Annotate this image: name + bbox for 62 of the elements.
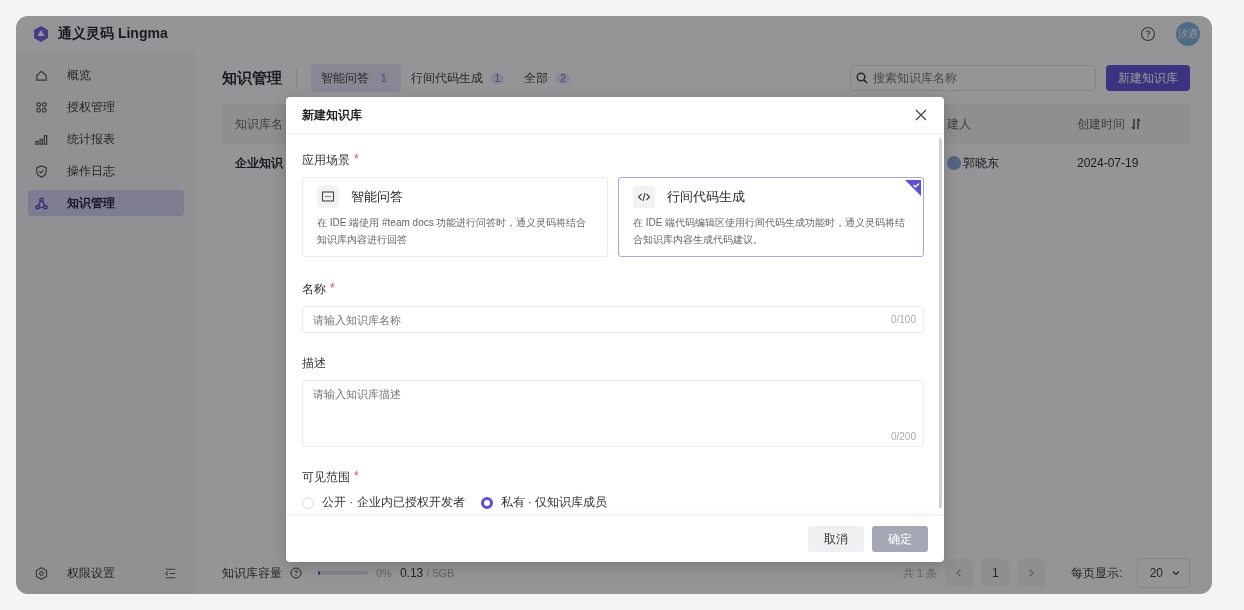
scenario-card[interactable]: 智能问答 在 IDE 端使用 #team docs 功能进行问答时，通义灵码将结合知识库内容进行回答 — [302, 177, 608, 257]
help-icon[interactable] — [290, 567, 302, 579]
character-counter: 0/100 — [890, 314, 916, 325]
close-icon[interactable] — [914, 108, 928, 122]
tab[interactable]: 全部 2 — [514, 64, 580, 92]
sidebar-item[interactable]: 操作日志 — [28, 158, 184, 184]
field-label: 可见范围 — [302, 469, 350, 486]
page-button[interactable]: 1 — [981, 559, 1010, 587]
help-icon[interactable] — [1140, 26, 1156, 42]
app-title: 通义灵码 Lingma — [58, 25, 169, 43]
scenario-card[interactable]: 行间代码生成 在 IDE 端代码编辑区使用行间代码生成功能时，通义灵码将结合知识库内容生成代码建议。 — [618, 177, 924, 257]
nodes-icon — [34, 195, 49, 211]
column-header: 建人 — [947, 115, 971, 133]
radio-button[interactable] — [480, 496, 493, 509]
home-icon — [34, 67, 49, 83]
page-size-select[interactable]: 20 — [1136, 558, 1190, 588]
shield-check-icon — [34, 163, 49, 179]
selected-check-icon — [905, 180, 921, 196]
sort-icon[interactable] — [1131, 118, 1141, 130]
radio-label[interactable]: 公开 · 企业内已授权开发者 — [322, 494, 465, 511]
count-badge: 1 — [490, 72, 505, 84]
sidebar-item[interactable]: 统计报表 — [28, 126, 184, 152]
card-title: 智能问答 — [351, 188, 403, 206]
logo-icon — [32, 25, 50, 43]
sidebar-item[interactable]: 概览 — [28, 62, 184, 88]
card-description: 在 IDE 端代码编辑区使用行间代码生成功能时，通义灵码将结合知识库内容生成代码建议。 — [633, 216, 907, 247]
table-cell: 郭晓东 — [963, 154, 999, 172]
settings-icon[interactable] — [34, 565, 49, 581]
page-title: 知识管理 — [222, 68, 297, 88]
field-label: 应用场景 — [302, 152, 350, 169]
required-mark: * — [330, 281, 335, 297]
column-header: 创建时间 — [1077, 115, 1125, 133]
scrollbar[interactable] — [939, 138, 942, 508]
new-knowledge-base-button[interactable]: 新建知识库 — [1106, 65, 1190, 91]
character-counter: 0/200 — [890, 431, 916, 442]
required-mark: * — [354, 152, 359, 168]
radio-label[interactable]: 私有 · 仅知识库成员 — [500, 494, 608, 511]
field-label: 描述 — [302, 355, 326, 372]
code-icon — [633, 186, 655, 208]
dialog-title: 新建知识库 — [302, 106, 363, 124]
card-title: 行间代码生成 — [667, 188, 745, 206]
grid-icon — [34, 99, 49, 115]
column-header: 知识库名 — [235, 115, 283, 133]
sidebar-item[interactable]: 权限设置 — [67, 564, 145, 582]
count-badge: 2 — [556, 72, 570, 84]
required-mark: * — [354, 469, 359, 485]
table-cell: 2024-07-19 — [1077, 156, 1139, 170]
caret-icon — [1171, 568, 1181, 578]
cancel-button[interactable]: 取消 — [808, 526, 864, 552]
search-icon — [856, 72, 868, 84]
page-size-label: 每页显示: — [1071, 564, 1123, 582]
sidebar-item[interactable]: 授权管理 — [28, 94, 184, 120]
tab[interactable]: 行间代码生成 1 — [400, 64, 515, 92]
field-label: 名称 — [302, 281, 326, 298]
search-field[interactable]: 搜索知识库名称 — [850, 65, 1096, 91]
creator-avatar — [947, 156, 961, 170]
tab[interactable]: 智能问答 1 — [311, 64, 401, 92]
card-description: 在 IDE 端使用 #team docs 功能进行问答时，通义灵码将结合知识库内容进行回答 — [317, 216, 588, 247]
table-cell: 企业知识 — [235, 154, 283, 172]
sidebar-item[interactable]: 知识管理 — [28, 190, 184, 216]
chat-icon — [317, 186, 339, 208]
capacity-label: 知识库容量 — [222, 564, 282, 582]
